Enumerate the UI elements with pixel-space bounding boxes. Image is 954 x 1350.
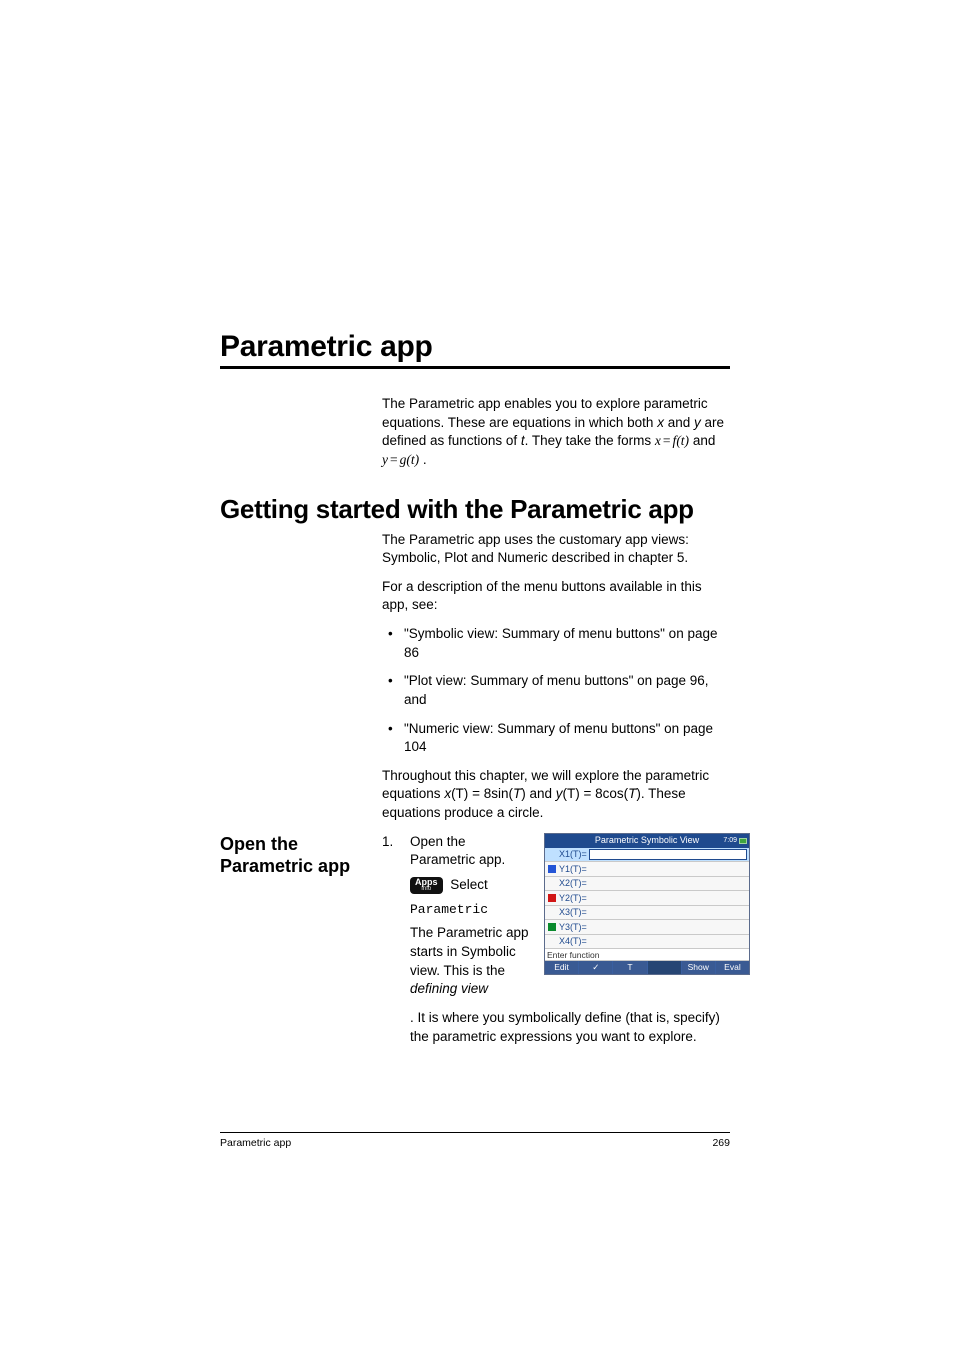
side-heading: Open the Parametric app xyxy=(220,833,382,878)
calc-rows: X1(T)= Y1(T)= X2(T)= Y2(T)= X3(T)= Y3(T)= X4(T… xyxy=(545,848,749,950)
calc-status-area: 7:09 xyxy=(723,834,747,848)
calc-row[interactable]: Y1(T)= xyxy=(545,862,749,877)
eq-rhs-arg: (t) xyxy=(676,433,689,448)
text: Select xyxy=(450,877,488,892)
mono-parametric: Parametric xyxy=(410,901,532,919)
calc-row[interactable]: X1(T)= xyxy=(545,848,749,863)
text: ) and xyxy=(521,786,556,801)
footer-left: Parametric app xyxy=(220,1137,291,1149)
text: For a description of the menu buttons av… xyxy=(382,578,730,615)
step-block: Open the Parametric app 1. Open the Para… xyxy=(220,833,730,1005)
color-swatch xyxy=(548,908,556,916)
text: and xyxy=(689,433,715,448)
section-body-2: Throughout this chapter, we will explore… xyxy=(382,767,730,823)
var-x: x xyxy=(657,415,664,430)
key-label-small: Info xyxy=(415,886,438,892)
calc-row-label: X3(T)= xyxy=(559,906,589,918)
eq-T: T xyxy=(513,786,521,801)
eq-y: y xyxy=(556,786,563,801)
chapter-title: Parametric app xyxy=(220,330,730,364)
step-row: 1. Open the Parametric app. Apps Info Se… xyxy=(382,833,750,1005)
em-defining-view: defining view xyxy=(410,981,488,996)
color-swatch xyxy=(548,937,556,945)
key-line: Apps Info Select xyxy=(410,876,532,895)
softkey-show[interactable]: Show xyxy=(682,961,716,974)
calc-titlebar: Parametric Symbolic View 7:09 xyxy=(545,834,749,848)
section-body: The Parametric app uses the customary ap… xyxy=(382,531,730,616)
list-item: "Plot view: Summary of menu buttons" on … xyxy=(382,672,730,709)
calc-row[interactable]: X2(T)= xyxy=(545,877,749,892)
calc-row[interactable]: X3(T)= xyxy=(545,906,749,921)
softkey-t[interactable]: T xyxy=(613,961,647,974)
chapter-title-block: Parametric app xyxy=(220,330,730,369)
section-title: Getting started with the Parametric app xyxy=(220,494,730,525)
text: and xyxy=(664,415,694,430)
color-swatch xyxy=(548,865,556,873)
color-swatch xyxy=(548,879,556,887)
eq-op: = xyxy=(661,433,673,448)
page-footer: Parametric app 269 xyxy=(220,1132,730,1149)
calculator-screenshot: Parametric Symbolic View 7:09 X1(T)= Y1(T… xyxy=(544,833,750,976)
equation-y-gt: y=g(t) xyxy=(382,452,419,467)
text: = 8cos( xyxy=(580,786,628,801)
text: The Parametric app starts in Symbolic vi… xyxy=(410,925,529,977)
calc-row-label: Y1(T)= xyxy=(559,863,589,875)
softkey-blank[interactable] xyxy=(648,961,682,974)
text: . xyxy=(419,452,427,467)
text: Open the Parametric app. xyxy=(410,833,532,870)
calc-row[interactable]: Y2(T)= xyxy=(545,891,749,906)
calc-row-field[interactable] xyxy=(589,849,747,860)
text: . It is where you symbolically define (t… xyxy=(410,1010,720,1044)
color-swatch xyxy=(548,894,556,902)
calc-row-field[interactable] xyxy=(589,863,747,874)
calc-row-field[interactable] xyxy=(589,892,747,903)
text: = 8sin( xyxy=(468,786,513,801)
calc-row-field[interactable] xyxy=(589,936,747,947)
eq-rhs-arg: (t) xyxy=(406,452,419,467)
calc-row-label: X2(T)= xyxy=(559,877,589,889)
calc-row[interactable]: Y3(T)= xyxy=(545,920,749,935)
calc-row-label: Y3(T)= xyxy=(559,921,589,933)
step-body: Open the Parametric app. Apps Info Selec… xyxy=(410,833,750,1005)
step-text: Open the Parametric app. Apps Info Selec… xyxy=(410,833,532,1005)
text: The Parametric app uses the customary ap… xyxy=(382,531,730,568)
list-item: "Numeric view: Summary of menu buttons" … xyxy=(382,720,730,757)
calc-row-field[interactable] xyxy=(589,878,747,889)
calc-row-field[interactable] xyxy=(589,921,747,932)
eq-op: = xyxy=(388,452,400,467)
intro-paragraph: The Parametric app enables you to explor… xyxy=(382,395,730,470)
softkey-✓[interactable]: ✓ xyxy=(579,961,613,974)
text: The Parametric app starts in Symbolic vi… xyxy=(410,924,532,999)
list-item: "Symbolic view: Summary of menu buttons"… xyxy=(382,625,730,662)
calc-softkeys: Edit✓T ShowEval xyxy=(545,961,749,974)
chapter-rule xyxy=(220,366,730,369)
softkey-eval[interactable]: Eval xyxy=(716,961,749,974)
step-column: 1. Open the Parametric app. Apps Info Se… xyxy=(382,833,750,1005)
battery-icon xyxy=(739,838,747,844)
text: (T) xyxy=(563,786,580,801)
calc-row-label: Y2(T)= xyxy=(559,892,589,904)
page-content: Parametric app The Parametric app enable… xyxy=(220,330,730,1046)
text: . They take the forms xyxy=(525,433,655,448)
calc-row-field[interactable] xyxy=(589,907,747,918)
step-continuation: . It is where you symbolically define (t… xyxy=(382,1009,730,1046)
calc-row[interactable]: X4(T)= xyxy=(545,935,749,950)
equation-x-ft: x=f(t) xyxy=(655,433,689,448)
calc-row-label: X4(T)= xyxy=(559,935,589,947)
calc-row-label: X1(T)= xyxy=(559,848,589,860)
bullet-list: "Symbolic view: Summary of menu buttons"… xyxy=(382,625,730,757)
var-y: y xyxy=(694,415,701,430)
calc-title: Parametric Symbolic View xyxy=(545,834,749,846)
calc-time: 7:09 xyxy=(723,836,737,846)
text: (T) xyxy=(451,786,468,801)
softkey-edit[interactable]: Edit xyxy=(545,961,579,974)
calc-status-text: Enter function xyxy=(545,949,749,961)
color-swatch xyxy=(548,923,556,931)
step-number: 1. xyxy=(382,833,400,852)
color-swatch xyxy=(548,850,556,858)
apps-key-icon: Apps Info xyxy=(410,877,443,894)
footer-page-number: 269 xyxy=(712,1137,730,1149)
